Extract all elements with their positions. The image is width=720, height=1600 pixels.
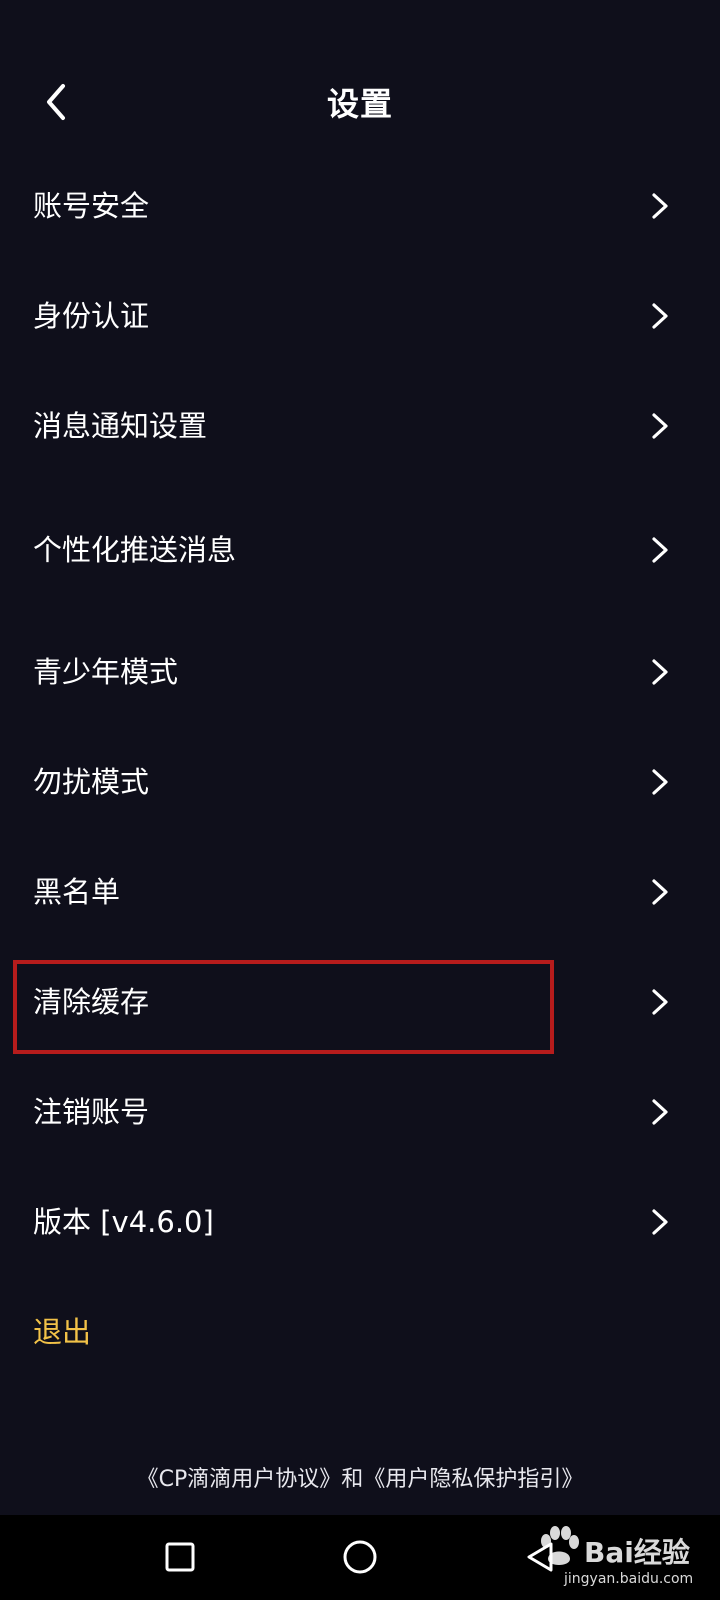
- menu-item-label: 青少年模式: [33, 655, 179, 689]
- menu-item-notification-settings[interactable]: 消息通知设置: [0, 386, 720, 466]
- chevron-right-icon: [652, 303, 668, 329]
- menu-item-blacklist[interactable]: 黑名单: [0, 852, 720, 932]
- chevron-right-icon: [652, 537, 668, 563]
- menu-item-label: 个性化推送消息: [33, 533, 237, 567]
- menu-item-clear-cache[interactable]: 清除缓存: [0, 962, 720, 1042]
- back-nav-button[interactable]: [516, 1533, 564, 1581]
- menu-item-label: 清除缓存: [33, 985, 150, 1019]
- menu-item-label: 消息通知设置: [33, 409, 208, 443]
- user-agreement-link[interactable]: 《CP滴滴用户协议》: [137, 1467, 342, 1492]
- square-icon: [165, 1542, 195, 1572]
- chevron-right-icon: [652, 1209, 668, 1235]
- menu-item-teen-mode[interactable]: 青少年模式: [0, 632, 720, 712]
- menu-item-identity-verification[interactable]: 身份认证: [0, 276, 720, 356]
- menu-item-do-not-disturb[interactable]: 勿扰模式: [0, 742, 720, 822]
- footer-agreements: 《CP滴滴用户协议》和《用户隐私保护指引》: [0, 1460, 720, 1500]
- logout-button[interactable]: 退出: [33, 1292, 91, 1372]
- menu-item-version[interactable]: 版本 [v4.6.0]: [0, 1182, 720, 1262]
- chevron-right-icon: [652, 1099, 668, 1125]
- chevron-right-icon: [652, 193, 668, 219]
- chevron-right-icon: [652, 769, 668, 795]
- home-button[interactable]: [336, 1533, 384, 1581]
- recent-apps-button[interactable]: [156, 1533, 204, 1581]
- menu-item-label: 黑名单: [33, 875, 121, 909]
- menu-item-label: 注销账号: [33, 1095, 150, 1129]
- menu-item-label: 身份认证: [33, 299, 150, 333]
- menu-item-label: 账号安全: [33, 189, 150, 223]
- chevron-right-icon: [652, 989, 668, 1015]
- chevron-right-icon: [652, 659, 668, 685]
- circle-icon: [343, 1540, 377, 1574]
- menu-item-personalized-push[interactable]: 个性化推送消息: [0, 510, 720, 590]
- menu-item-label: 勿扰模式: [33, 765, 150, 799]
- chevron-right-icon: [652, 413, 668, 439]
- page-title: 设置: [326, 85, 393, 123]
- menu-item-delete-account[interactable]: 注销账号: [0, 1072, 720, 1152]
- footer-conjunction: 和: [341, 1467, 364, 1492]
- privacy-guide-link[interactable]: 《用户隐私保护指引》: [363, 1467, 583, 1492]
- menu-item-account-security[interactable]: 账号安全: [0, 166, 720, 246]
- menu-item-label: 版本 [v4.6.0]: [33, 1205, 214, 1239]
- chevron-right-icon: [652, 879, 668, 905]
- triangle-left-icon: [527, 1542, 553, 1572]
- system-navigation-bar: [0, 1515, 720, 1600]
